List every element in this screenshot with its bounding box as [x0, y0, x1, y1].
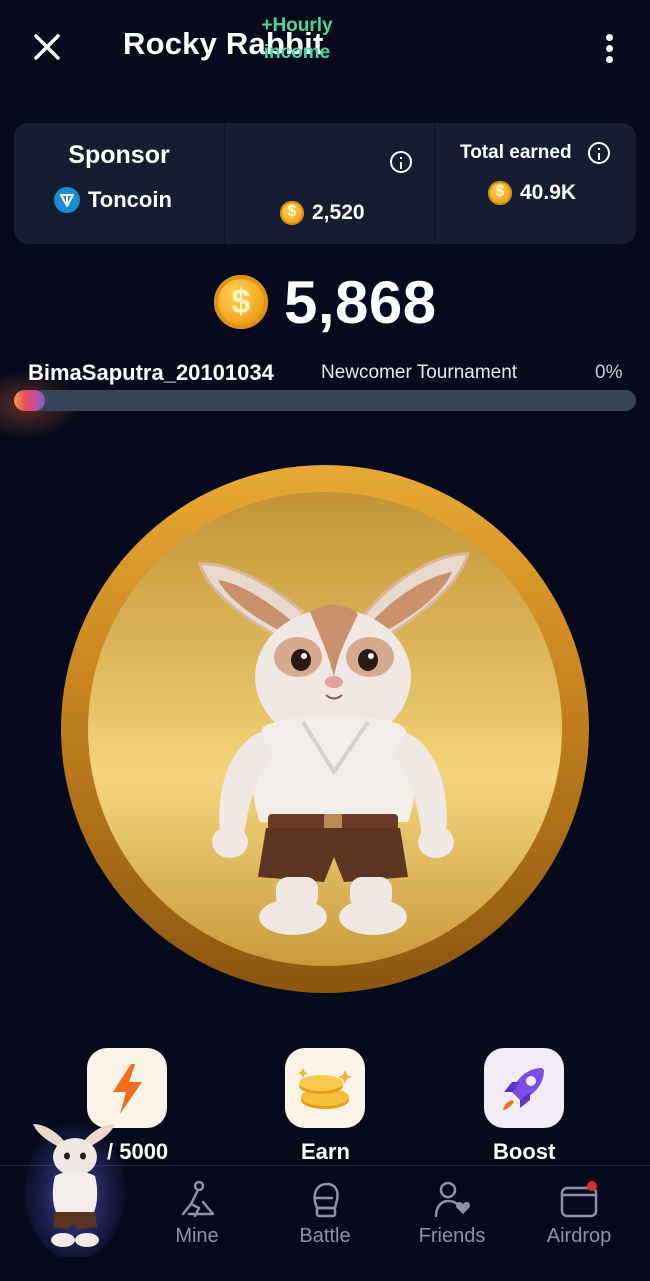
sponsor-link[interactable]: Toncoin	[54, 187, 172, 213]
username: BimaSaputra_20101034	[28, 360, 274, 385]
coin-icon	[214, 275, 268, 329]
balance-value: 5,868	[284, 268, 437, 336]
total-earned-value: 40.9K	[520, 181, 577, 204]
coin-icon	[280, 201, 304, 225]
close-icon[interactable]	[30, 30, 64, 64]
total-info-icon[interactable]	[588, 142, 610, 164]
nav-mine-label: Mine	[175, 1225, 219, 1247]
boost-button[interactable]	[484, 1048, 564, 1128]
coins-icon	[298, 1068, 352, 1109]
rocket-icon	[503, 1068, 544, 1110]
balance: 5,868	[214, 268, 437, 336]
boxing-glove-icon	[313, 1182, 339, 1218]
sponsor-name: Toncoin	[88, 187, 172, 212]
total-earned-label: Total earned	[460, 142, 572, 163]
more-menu-icon[interactable]	[596, 30, 624, 66]
nav-airdrop[interactable]: Airdrop	[524, 1180, 634, 1260]
tap-coin[interactable]	[61, 465, 589, 993]
total-earned: 40.9K	[488, 181, 576, 205]
earn-button[interactable]	[285, 1048, 365, 1128]
sponsor-title: Sponsor	[68, 141, 170, 169]
wallet-icon	[560, 1181, 598, 1218]
hourly-income: 2,520	[280, 201, 365, 225]
progress-percent: 0%	[595, 362, 623, 383]
nav-mine[interactable]: Mine	[142, 1180, 252, 1260]
progress-bar	[14, 390, 636, 411]
nav-battle[interactable]: Battle	[270, 1180, 380, 1260]
nav-airdrop-label: Airdrop	[546, 1225, 612, 1247]
rabbit-avatar[interactable]	[25, 1112, 125, 1257]
nav-friends[interactable]: Friends	[397, 1180, 507, 1260]
coin-icon	[488, 181, 512, 205]
hourly-income-label: +Hourly income	[261, 15, 333, 63]
earn-label: Earn	[301, 1139, 350, 1164]
progress-fill	[14, 390, 46, 411]
mine-icon	[181, 1180, 215, 1218]
hourly-income-value: 2,520	[312, 201, 365, 224]
divider	[434, 123, 435, 244]
rabbit-character-image	[198, 552, 470, 935]
nav-battle-label: Battle	[299, 1225, 351, 1247]
friends-icon	[434, 1181, 471, 1218]
hourly-info-icon[interactable]	[390, 151, 412, 173]
toncoin-icon	[54, 187, 80, 213]
divider	[224, 123, 225, 244]
tap-coin-face	[88, 492, 562, 966]
boost-label: Boost	[493, 1139, 556, 1164]
tournament-name[interactable]: Newcomer Tournament	[321, 362, 517, 384]
nav-friends-label: Friends	[418, 1225, 486, 1247]
